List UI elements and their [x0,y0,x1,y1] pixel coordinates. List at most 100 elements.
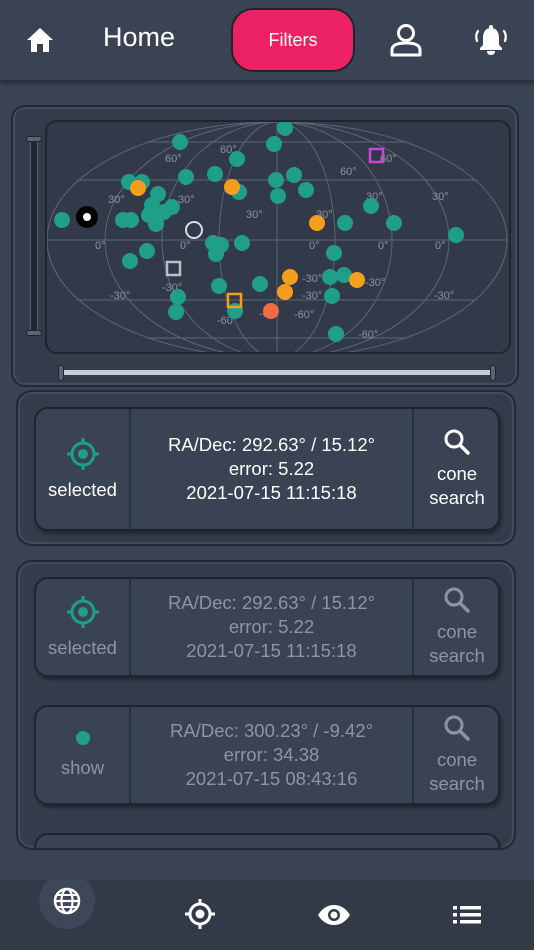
error-text: error: 34.38 [223,744,320,765]
cone-search-button[interactable]: cone search [412,409,500,529]
home-icon[interactable] [25,25,55,55]
vertical-zoom-slider[interactable] [26,136,42,336]
alert-marker[interactable] [268,172,284,188]
timestamp-text: 2021-07-15 11:15:18 [186,640,357,661]
crosshair-icon [66,438,99,470]
grid-label: 0° [180,240,191,252]
horizontal-slider-track[interactable] [62,370,492,375]
selected-marker-center [83,213,91,221]
bell-icon[interactable] [474,23,508,57]
alert-marker[interactable] [277,122,293,136]
search-icon [444,715,470,741]
grid-label: 0° [435,240,446,252]
select-toggle[interactable]: selected [36,579,131,675]
alert-marker[interactable] [54,212,70,228]
vertical-slider-track[interactable] [31,140,37,332]
crosshair-icon [66,596,99,628]
alert-marker[interactable] [298,182,314,198]
horizontal-slider-handle-right[interactable] [490,365,496,381]
alert-marker[interactable] [386,215,402,231]
alert-marker[interactable] [282,269,298,285]
alert-marker[interactable] [139,243,155,259]
horizontal-slider-handle-left[interactable] [58,365,64,381]
search-icon [444,587,470,613]
sky-map-svg[interactable]: 60° 60° 60° 60° 30° 30° 30° 30° 30° 30° … [47,122,511,354]
search-icon [444,429,470,455]
alert-marker[interactable] [224,179,240,195]
alert-marker[interactable] [130,180,146,196]
status-label: show [60,757,105,778]
alert-marker[interactable] [309,215,325,231]
sky-map[interactable]: 60° 60° 60° 60° 30° 30° 30° 30° 30° 30° … [45,120,511,354]
alert-marker[interactable] [448,227,464,243]
timestamp-text: 2021-07-15 11:15:18 [186,482,357,503]
alert-marker[interactable] [207,166,223,182]
alert-marker[interactable] [123,212,139,228]
alert-details[interactable]: RA/Dec: 292.63° / 15.12° error: 5.22 202… [131,579,412,675]
alert-marker[interactable] [141,207,157,223]
alert-marker[interactable] [234,235,250,251]
alert-marker[interactable] [286,167,302,183]
alert-details[interactable]: RA/Dec: 300.23° / -9.42° error: 34.38 20… [131,707,412,803]
alert-marker[interactable] [178,169,194,185]
eye-icon[interactable] [317,904,351,926]
cone-search-button[interactable]: cone search [412,579,500,675]
alert-marker[interactable] [322,269,338,285]
alert-details[interactable]: RA/Dec: 292.63° / 15.12° error: 5.22 202… [131,409,412,529]
cone-search-label: cone [436,463,478,484]
alert-marker[interactable] [172,134,188,150]
show-toggle[interactable]: show [36,707,131,803]
vertical-slider-handle-bottom[interactable] [26,330,42,336]
alert-marker[interactable] [324,288,340,304]
alert-marker[interactable] [270,188,286,204]
alert-marker[interactable] [164,199,180,215]
grid-label: 0° [378,240,389,252]
alert-marker[interactable] [263,303,279,319]
page-title: Home [103,22,176,52]
cone-search-button[interactable]: cone search [412,707,500,803]
list-icon[interactable] [453,906,481,924]
grid-label: 30° [108,194,125,206]
user-icon[interactable] [388,22,424,58]
alert-marker[interactable] [211,278,227,294]
grid-label: -30° [110,290,130,302]
grid-label: -30° [302,273,322,285]
alert-marker[interactable] [363,198,379,214]
selected-alert-card[interactable]: selected RA/Dec: 292.63° / 15.12° error:… [34,407,500,531]
cursor-ring-marker[interactable] [185,221,203,239]
alert-marker[interactable] [349,272,365,288]
alert-marker[interactable] [337,215,353,231]
select-toggle[interactable]: selected [36,409,131,529]
radec-text: RA/Dec: 292.63° / 15.12° [167,592,376,613]
alert-list-panel[interactable]: selected RA/Dec: 292.63° / 15.12° error:… [16,560,516,850]
alert-marker[interactable] [229,151,245,167]
alert-marker[interactable] [208,246,224,262]
grid-label: 60° [340,166,357,178]
status-label: selected [48,479,117,500]
grid-label: -30° [434,290,454,302]
grid-label: 30° [246,209,263,221]
crosshair-icon[interactable] [184,898,216,930]
error-text: error: 5.22 [228,616,315,637]
globe-icon[interactable] [52,886,82,916]
alert-marker[interactable] [168,304,184,320]
alert-marker[interactable] [277,284,293,300]
horizontal-range-slider[interactable] [58,365,496,381]
alert-marker[interactable] [252,276,268,292]
alert-marker[interactable] [170,289,186,305]
filters-button[interactable]: Filters [231,8,355,72]
alert-card[interactable]: selected RA/Dec: 292.63° / 15.12° error:… [34,577,500,677]
grid-label: 60° [165,153,182,165]
vertical-slider-handle-top[interactable] [26,136,42,142]
dot-icon [75,731,90,745]
cone-search-label: cone [436,749,478,770]
square-marker[interactable] [165,260,182,277]
alert-card[interactable]: show RA/Dec: 300.23° / -9.42° error: 34.… [34,705,500,805]
grid-label: 30° [178,194,195,206]
alert-marker[interactable] [326,245,342,261]
alert-marker[interactable] [266,136,282,152]
alert-marker[interactable] [328,326,344,342]
alert-card[interactable] [34,833,500,848]
grid-label: -60° [358,329,378,341]
alert-marker[interactable] [122,253,138,269]
